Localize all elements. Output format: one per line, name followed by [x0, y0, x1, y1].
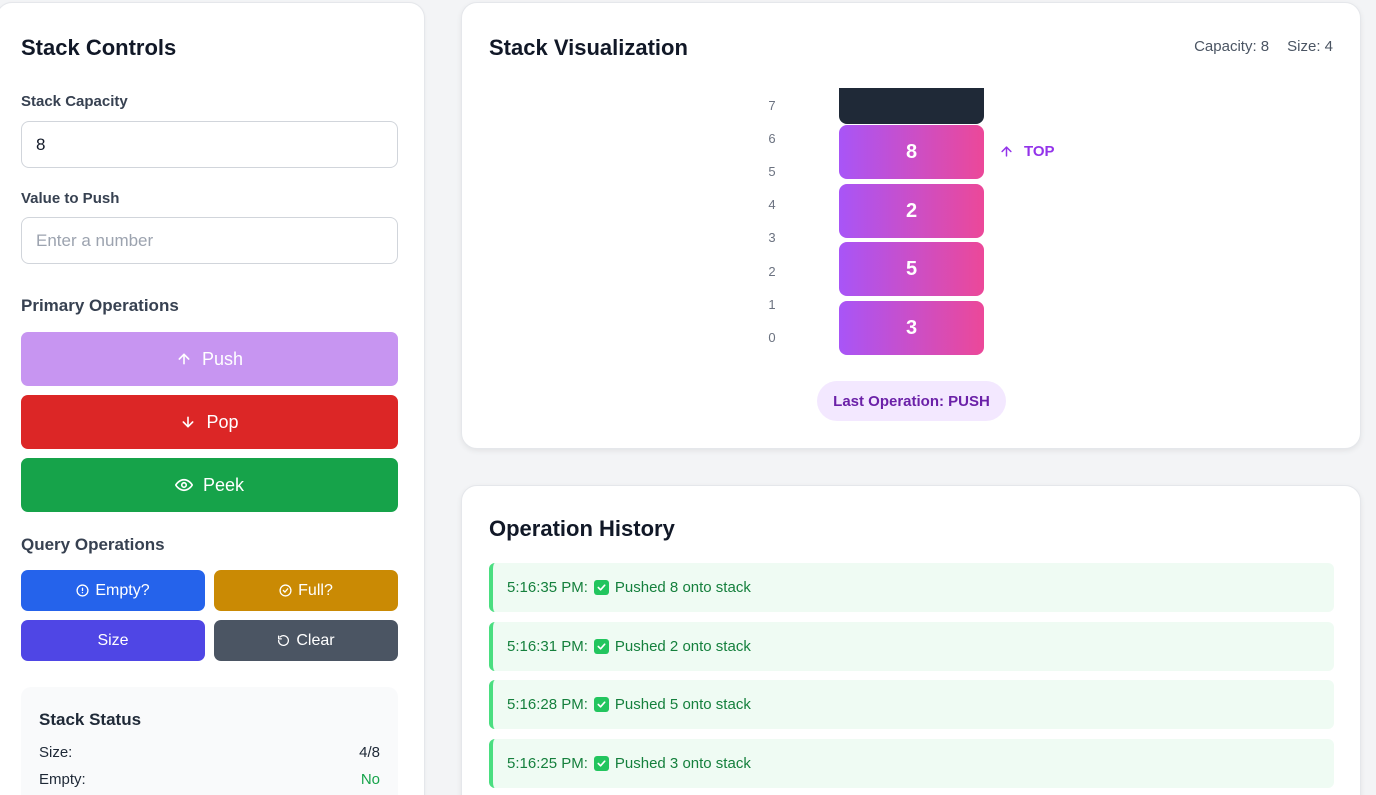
history-message: Pushed 8 onto stack: [614, 579, 751, 596]
check-mark-icon: [593, 639, 609, 654]
status-size-value: 4/8: [359, 744, 380, 761]
history-time: 5:16:25 PM:: [507, 755, 588, 772]
visualization-title: Stack Visualization: [489, 35, 688, 60]
eye-icon: [174, 476, 193, 494]
status-empty-row: Empty: No: [39, 771, 380, 788]
history-entry: 5:16:31 PM: Pushed 2 onto stack: [489, 622, 1334, 671]
last-operation-badge: Last Operation: PUSH: [817, 381, 1006, 421]
push-button[interactable]: Push: [21, 332, 398, 386]
stack-controls-panel: Stack Controls Stack Capacity Value to P…: [0, 2, 425, 795]
stack-status-box: Stack Status Size: 4/8 Empty: No: [21, 687, 398, 795]
top-pointer: TOP: [999, 143, 1055, 160]
slot-index: 3: [768, 230, 776, 245]
slot-index: 1: [768, 297, 776, 312]
size-text: Size: 4: [1287, 38, 1333, 55]
pop-button[interactable]: Pop: [21, 395, 398, 449]
history-title: Operation History: [489, 516, 675, 541]
info-circle-icon: [76, 584, 89, 597]
is-empty-button[interactable]: Empty?: [21, 570, 205, 611]
query-operations-heading: Query Operations: [21, 535, 165, 554]
stack-item: 3: [839, 301, 984, 355]
history-time: 5:16:31 PM:: [507, 638, 588, 655]
check-mark-icon: [593, 697, 609, 712]
slot-index: 5: [768, 164, 776, 179]
is-full-button[interactable]: Full?: [214, 570, 398, 611]
arrow-up-icon: [176, 351, 192, 367]
clear-button-label: Clear: [296, 631, 335, 649]
history-entry: 5:16:28 PM: Pushed 5 onto stack: [489, 680, 1334, 729]
slot-index: 2: [768, 264, 776, 279]
slot-index: 7: [768, 98, 776, 113]
history-message: Pushed 2 onto stack: [614, 638, 751, 655]
stack-item: 2: [839, 184, 984, 238]
arrow-up-icon: [999, 144, 1014, 159]
size-button-label: Size: [97, 631, 129, 649]
history-message: Pushed 5 onto stack: [614, 696, 751, 713]
slot-index: 0: [768, 330, 776, 345]
operation-history-card: Operation History 5:16:35 PM: Pushed 8 o…: [461, 485, 1361, 795]
history-message: Pushed 3 onto stack: [614, 755, 751, 772]
check-mark-icon: [593, 756, 609, 771]
history-time: 5:16:35 PM:: [507, 579, 588, 596]
capacity-label: Stack Capacity: [21, 93, 128, 110]
stack-app: Stack Controls Stack Capacity Value to P…: [0, 0, 1376, 795]
rotate-ccw-icon: [277, 634, 290, 647]
push-button-label: Push: [201, 348, 244, 369]
is-empty-button-label: Empty?: [95, 581, 150, 599]
top-label: TOP: [1024, 143, 1055, 160]
clear-button[interactable]: Clear: [214, 620, 398, 661]
primary-operations-heading: Primary Operations: [21, 296, 179, 315]
pop-button-label: Pop: [206, 411, 239, 432]
size-button[interactable]: Size: [21, 620, 205, 661]
slot-index: 4: [768, 197, 776, 212]
status-empty-value: No: [360, 771, 380, 788]
stack-visualization-card: Stack Visualization Capacity: 8 Size: 4 …: [461, 2, 1361, 449]
status-title: Stack Status: [39, 710, 142, 729]
peek-button[interactable]: Peek: [21, 458, 398, 512]
history-time: 5:16:28 PM:: [507, 696, 588, 713]
status-size-label: Size:: [39, 744, 73, 761]
capacity-input[interactable]: [21, 121, 398, 168]
status-empty-label: Empty:: [39, 771, 86, 788]
visualization-meta: Capacity: 8 Size: 4: [1194, 38, 1333, 55]
slot-index: 6: [768, 131, 776, 146]
arrow-down-icon: [180, 414, 196, 430]
capacity-text: Capacity: 8: [1194, 38, 1270, 55]
check-circle-icon: [279, 584, 292, 597]
peek-button-label: Peek: [202, 474, 245, 495]
push-value-label: Value to Push: [21, 190, 120, 207]
push-value-input[interactable]: [21, 217, 398, 264]
history-entry: 5:16:25 PM: Pushed 3 onto stack: [489, 739, 1334, 788]
stack-item: 5: [839, 242, 984, 296]
check-mark-icon: [593, 580, 609, 595]
stack-container-top: [839, 88, 984, 124]
status-size-row: Size: 4/8: [39, 744, 380, 761]
is-full-button-label: Full?: [298, 581, 333, 599]
controls-title: Stack Controls: [21, 35, 177, 60]
stack-item-top: 8: [839, 125, 984, 179]
history-entry: 5:16:35 PM: Pushed 8 onto stack: [489, 563, 1334, 612]
